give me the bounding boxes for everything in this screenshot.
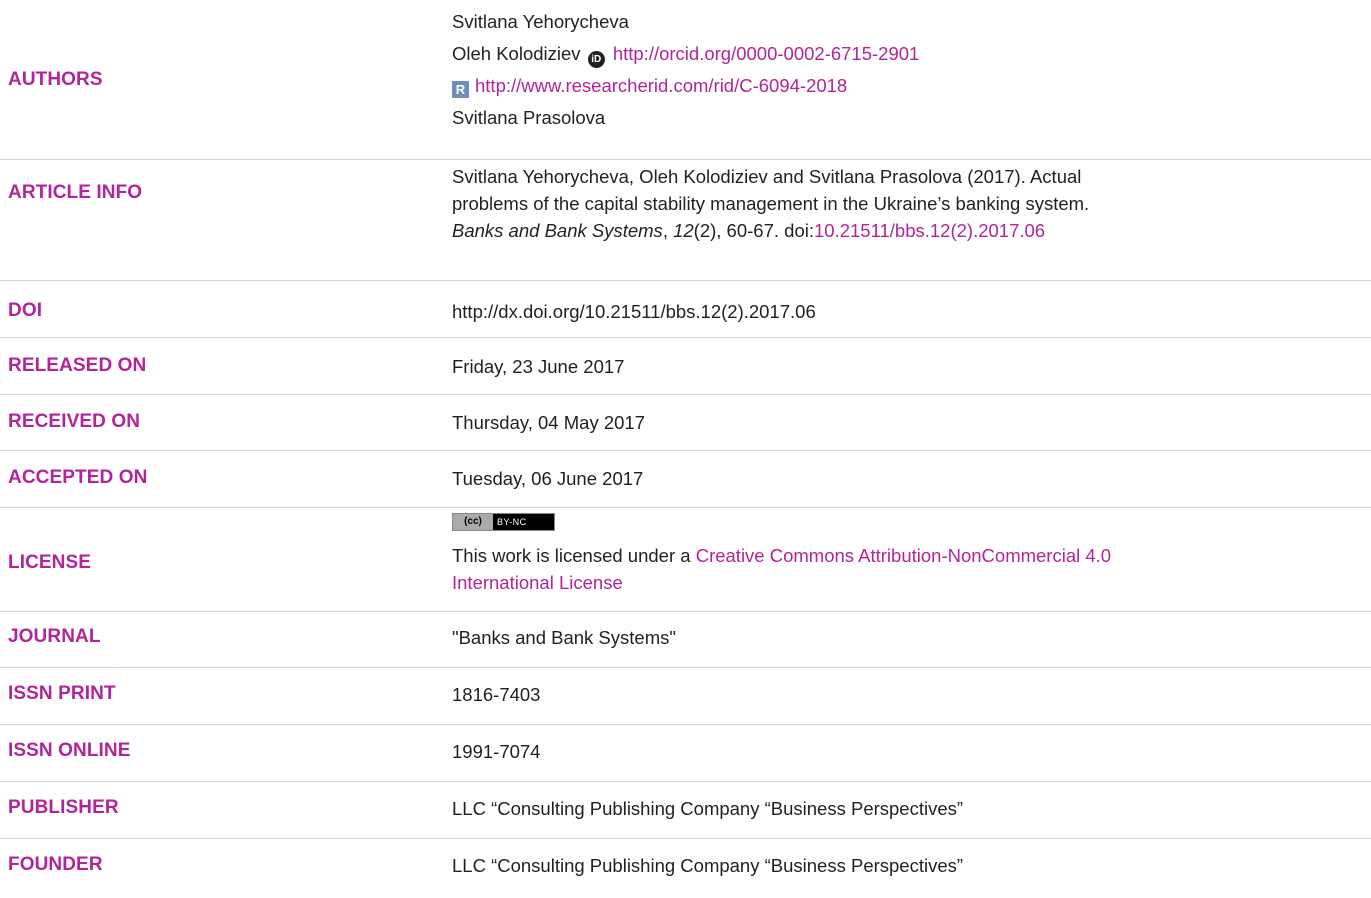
publisher-value: LLC “Consulting Publishing Company “Busi… [452,798,964,819]
issn-print-value: 1816-7403 [452,684,541,705]
author-name: Svitlana Yehorycheva [452,11,629,32]
issn-online-label: ISSN ONLINE [8,740,131,761]
researcherid-icon: R [452,81,469,98]
row-authors: AUTHORS Svitlana Yehorycheva Oleh Kolodi… [0,0,1371,160]
row-doi: DOI http://dx.doi.org/10.21511/bbs.12(2)… [0,279,1371,338]
citation-doi-link[interactable]: 10.21511/bbs.12(2).2017.06 [814,220,1045,241]
journal-value: "Banks and Bank Systems" [452,627,676,648]
cc-badge-label: BY-NC [497,517,527,527]
researcherid-line: Rhttp://www.researcherid.com/rid/C-6094-… [452,70,1367,102]
row-article-info: ARTICLE INFO Svitlana Yehorycheva, Oleh … [0,160,1371,281]
row-accepted-on: ACCEPTED ON Tuesday, 06 June 2017 [0,450,1371,508]
authors-value: Svitlana Yehorycheva Oleh Kolodiziev iD … [452,6,1367,134]
received-value: Thursday, 04 May 2017 [452,412,645,433]
citation-volume: 12 [673,220,694,241]
orcid-link[interactable]: http://orcid.org/0000-0002-6715-2901 [613,43,920,64]
released-value: Friday, 23 June 2017 [452,356,625,377]
founder-label: FOUNDER [8,854,103,875]
citation-issue-pages: (2), 60-67. doi: [693,220,814,241]
row-issn-online: ISSN ONLINE 1991-7074 [0,724,1371,782]
license-label: LICENSE [8,552,92,573]
license-text: This work is licensed under a [452,545,696,566]
row-license: LICENSE (cc) BY-NC This work is licensed… [0,507,1371,612]
accepted-value: Tuesday, 06 June 2017 [452,468,644,489]
citation-separator: , [662,220,674,241]
row-released-on: RELEASED ON Friday, 23 June 2017 [0,337,1371,395]
author-with-orcid: Oleh Kolodiziev iD http://orcid.org/0000… [452,38,1367,70]
row-journal: JOURNAL "Banks and Bank Systems" [0,611,1371,668]
researcherid-link[interactable]: http://www.researcherid.com/rid/C-6094-2… [475,75,847,96]
orcid-icon: iD [587,51,605,68]
row-issn-print: ISSN PRINT 1816-7403 [0,667,1371,725]
received-label: RECEIVED ON [8,411,141,432]
license-value: (cc) BY-NC This work is licensed under a… [452,513,1367,596]
citation-line: Banks and Bank Systems, 12(2), 60-67. do… [452,217,1367,244]
cc-license-badge[interactable]: (cc) BY-NC [452,513,555,531]
issn-print-label: ISSN PRINT [8,683,116,704]
accepted-label: ACCEPTED ON [8,467,148,488]
issn-online-value: 1991-7074 [452,741,541,762]
citation-journal: Banks and Bank Systems [452,220,663,241]
cc-icon: (cc) [453,514,493,530]
article-info-label: ARTICLE INFO [8,182,143,203]
doi-value: http://dx.doi.org/10.21511/bbs.12(2).201… [452,301,816,322]
author-name: Svitlana Prasolova [452,107,606,128]
row-received-on: RECEIVED ON Thursday, 04 May 2017 [0,394,1371,451]
author-name: Oleh Kolodiziev [452,43,581,64]
authors-label: AUTHORS [8,69,103,90]
row-publisher: PUBLISHER LLC “Consulting Publishing Com… [0,781,1371,839]
citation-line: problems of the capital stability manage… [452,193,1090,214]
license-link[interactable]: Creative Commons Attribution-NonCommerci… [696,545,1111,566]
row-founder: FOUNDER LLC “Consulting Publishing Compa… [0,838,1371,896]
founder-value: LLC “Consulting Publishing Company “Busi… [452,855,964,876]
license-text-line: This work is licensed under a Creative C… [452,542,1367,569]
license-link-continued[interactable]: International License [452,569,1367,596]
doi-label: DOI [8,300,43,321]
article-citation: Svitlana Yehorycheva, Oleh Kolodiziev an… [452,163,1367,244]
publisher-label: PUBLISHER [8,797,119,818]
journal-label: JOURNAL [8,626,101,647]
released-label: RELEASED ON [8,355,147,376]
citation-line: Svitlana Yehorycheva, Oleh Kolodiziev an… [452,166,1082,187]
